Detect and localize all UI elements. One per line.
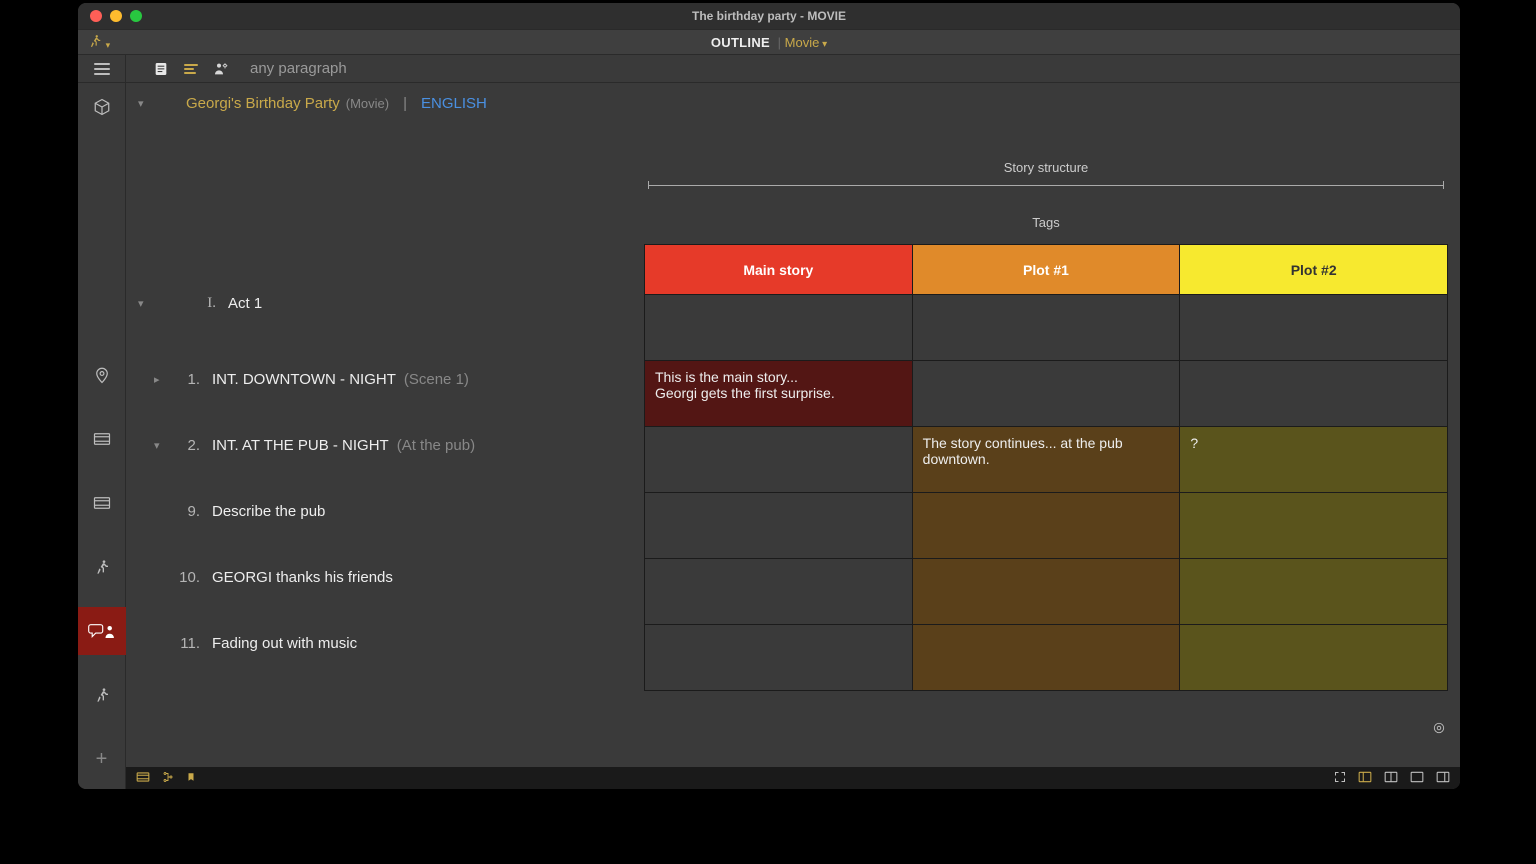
project-type: (Movie) [346, 96, 389, 111]
hamburger-icon [94, 63, 110, 75]
project-title[interactable]: Georgi's Birthday Party [186, 95, 340, 112]
sidebar-item-add[interactable]: + [78, 735, 126, 783]
story-structure-label: Story structure [644, 160, 1448, 175]
tag-header-main[interactable]: Main story [645, 245, 913, 295]
outline-row-10[interactable]: 10. GEORGI thanks his friends [126, 544, 644, 610]
sb-bookmark-icon[interactable] [186, 771, 196, 786]
tag-row-scene2: The story continues... at the pub downto… [645, 427, 1448, 493]
tb-lines-icon[interactable] [182, 60, 200, 78]
sidebar-item-run-1[interactable] [78, 543, 126, 591]
modebar: ▾ OUTLINE | Movie ▾ [78, 29, 1460, 55]
tb-page-icon[interactable] [152, 60, 170, 78]
tag-header-plot1[interactable]: Plot #1 [912, 245, 1180, 295]
chevron-down-icon[interactable]: ▾ [138, 297, 166, 310]
titlebar: The birthday party - MOVIE [78, 3, 1460, 29]
tag-row-act [645, 295, 1448, 361]
toolbar: any paragraph [126, 55, 1460, 83]
chevron-right-icon[interactable]: ▸ [138, 373, 166, 386]
window-title: The birthday party - MOVIE [78, 9, 1460, 23]
sidebar-item-dialog[interactable] [78, 607, 126, 655]
chevron-down-icon[interactable]: ▾ [138, 439, 166, 452]
sb-panel-2-icon[interactable] [1384, 771, 1398, 786]
project-language[interactable]: ENGLISH [421, 95, 487, 112]
statusbar [126, 767, 1460, 789]
mode-outline-label: OUTLINE [711, 35, 770, 50]
target-icon[interactable] [1432, 721, 1446, 735]
sidebar-menu[interactable] [78, 55, 125, 83]
cell-p1-2[interactable]: The story continues... at the pub downto… [912, 427, 1180, 493]
outline-list: ▾ I. Act 1 ▸ 1. INT. DOWNTOWN - NIGHT (S… [126, 160, 644, 691]
mode-movie-label[interactable]: Movie ▾ [785, 35, 828, 50]
sidebar-item-film-2[interactable] [78, 479, 126, 527]
sidebar-item-box[interactable] [78, 87, 126, 127]
plus-icon: + [96, 748, 108, 771]
tag-row-scene1: This is the main story... Georgi gets th… [645, 361, 1448, 427]
tb-person-settings-icon[interactable] [212, 60, 230, 78]
tags-label: Tags [644, 215, 1448, 230]
chevron-down-icon[interactable]: ▾ [138, 97, 162, 110]
sb-panel-3-icon[interactable] [1410, 771, 1424, 786]
outline-row-scene-2[interactable]: ▾ 2. INT. AT THE PUB - NIGHT (At the pub… [126, 412, 644, 478]
sidebar-item-run-2[interactable] [78, 671, 126, 719]
sb-film-icon[interactable] [136, 771, 150, 786]
sb-tree-icon[interactable] [162, 771, 174, 786]
cell-main-1[interactable]: This is the main story... Georgi gets th… [645, 361, 913, 427]
sidebar-item-location[interactable] [78, 351, 126, 399]
outline-row-act[interactable]: ▾ I. Act 1 [126, 270, 644, 336]
story-structure-span [648, 181, 1444, 189]
cell-p2-2[interactable]: ? [1180, 427, 1448, 493]
tag-row-11 [645, 625, 1448, 691]
sidebar: + [78, 55, 126, 789]
outline-row-11[interactable]: 11. Fading out with music [126, 610, 644, 676]
project-header: ▾ Georgi's Birthday Party (Movie) | ENGL… [126, 95, 1460, 112]
outline-row-9[interactable]: 9. Describe the pub [126, 478, 644, 544]
outline-row-scene-1[interactable]: ▸ 1. INT. DOWNTOWN - NIGHT (Scene 1) [126, 346, 644, 412]
tag-row-9 [645, 493, 1448, 559]
sb-fullscreen-icon[interactable] [1334, 771, 1346, 786]
sb-panel-4-icon[interactable] [1436, 771, 1450, 786]
tag-row-10 [645, 559, 1448, 625]
sb-panel-1-icon[interactable] [1358, 771, 1372, 786]
sidebar-item-film-1[interactable] [78, 415, 126, 463]
app-window: The birthday party - MOVIE ▾ OUTLINE | M… [78, 3, 1460, 789]
search-input[interactable]: any paragraph [250, 60, 347, 77]
tags-table: Main story Plot #1 Plot #2 This is the m… [644, 244, 1448, 691]
modebar-center[interactable]: OUTLINE | Movie ▾ [78, 35, 1460, 50]
tag-header-plot2[interactable]: Plot #2 [1180, 245, 1448, 295]
